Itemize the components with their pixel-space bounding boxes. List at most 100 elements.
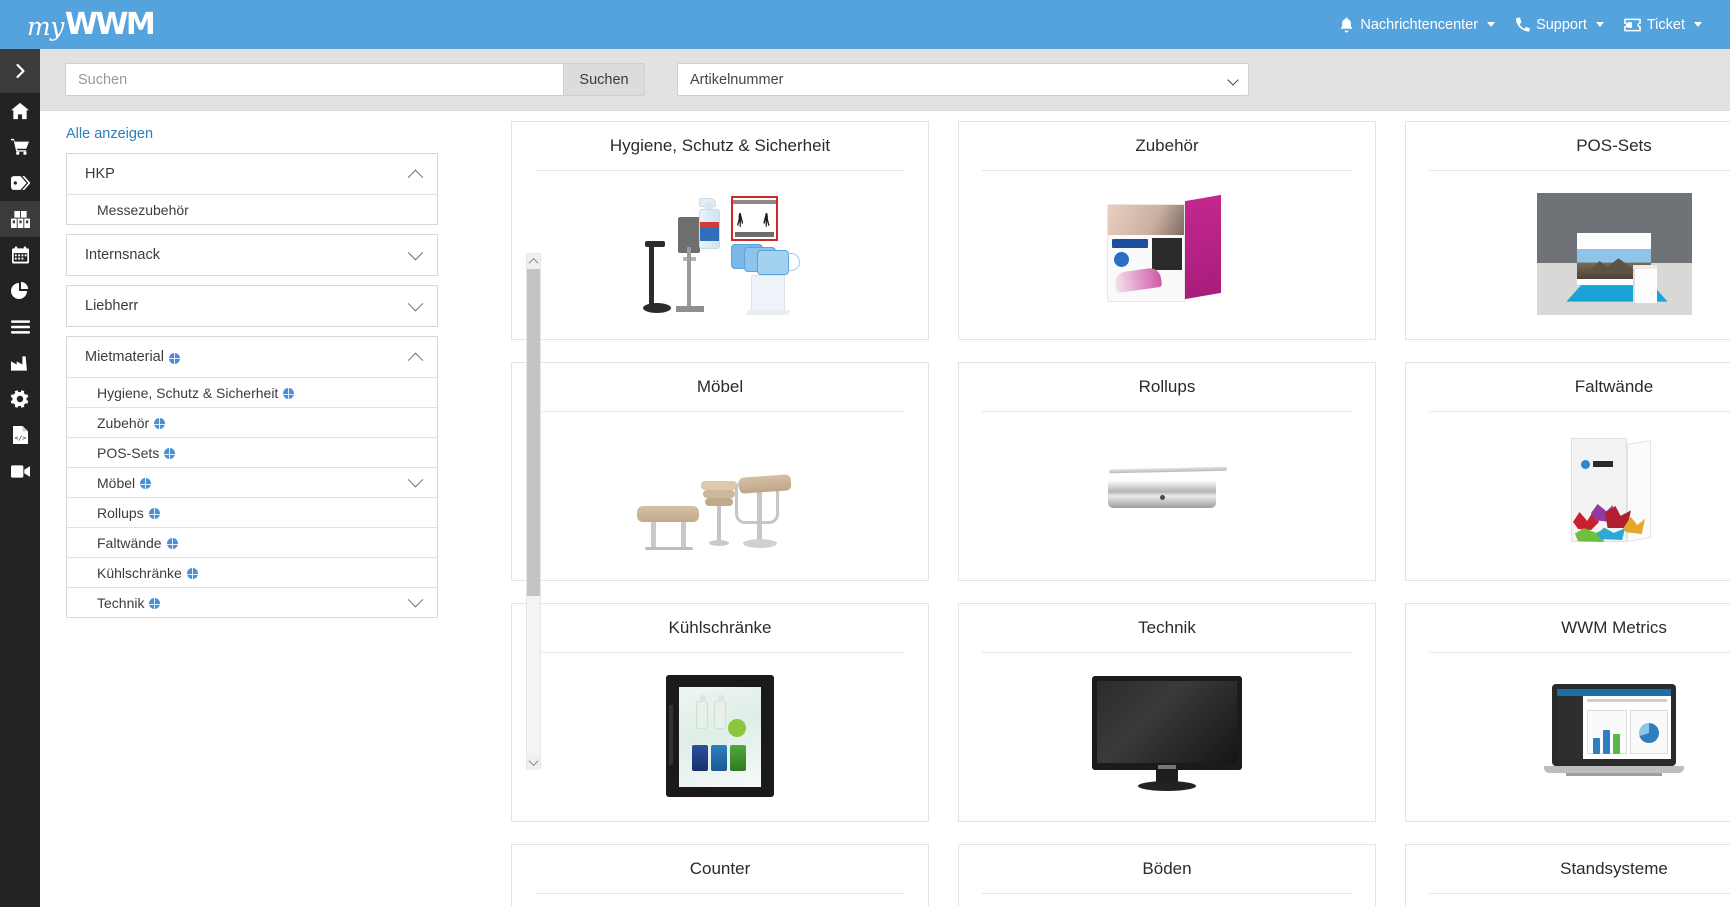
top-header-bar: my WWM Nachrichtencenter Support [0, 0, 1730, 49]
pie-chart-icon [11, 282, 29, 300]
scrollbar-track[interactable] [527, 269, 540, 755]
sidebar-item-video[interactable] [0, 453, 40, 489]
chevron-up-icon[interactable] [408, 169, 424, 185]
category-card-zubehoer[interactable]: Zubehör [958, 121, 1376, 340]
chevron-down-icon [1596, 22, 1604, 27]
category-card-faltwaende[interactable]: Faltwände [1405, 362, 1730, 581]
category-card-rollups[interactable]: Rollups [958, 362, 1376, 581]
sidebar-item-reports[interactable] [0, 273, 40, 309]
sidebar-item-lists[interactable] [0, 309, 40, 345]
tree-node-pos-sets-label: POS-Sets [97, 445, 159, 461]
category-card-boeden[interactable]: Böden [958, 844, 1376, 906]
tree-node-pos-sets[interactable]: POS-Sets [67, 437, 437, 467]
tree-node-liebherr[interactable]: Liebherr [67, 286, 437, 326]
category-card-image [512, 171, 928, 339]
search-toolbar: Suchen Artikelnummer [40, 49, 1730, 111]
chevron-down-icon [1487, 22, 1495, 27]
category-card-pos-sets[interactable]: POS-Sets [1405, 121, 1730, 340]
fridge-image [666, 675, 774, 797]
tree-node-moebel-label: Möbel [97, 475, 135, 491]
tree-node-kuehlschraenke-label: Kühlschränke [97, 565, 182, 581]
category-card-hygiene-schutz-sicherheit[interactable]: Hygiene, Schutz & Sicherheit [511, 121, 929, 340]
chevron-up-icon[interactable] [408, 352, 424, 368]
nav-ticket[interactable]: Ticket [1614, 11, 1712, 39]
sidebar-item-calendar[interactable] [0, 237, 40, 273]
gear-icon [11, 390, 29, 408]
nav-support[interactable]: Support [1505, 11, 1614, 39]
sidebar-item-files[interactable]: </> [0, 417, 40, 453]
sidebar-expand-toggle[interactable] [0, 49, 40, 93]
tree-node-messezubehoer-label: Messezubehör [97, 202, 189, 218]
scrollbar-down-button[interactable] [527, 755, 540, 770]
category-card-title: Standsysteme [1560, 859, 1668, 879]
tree-node-faltwaende[interactable]: Faltwände [67, 527, 437, 557]
tree-scrollbar[interactable] [526, 253, 541, 769]
sidebar-item-tags[interactable] [0, 165, 40, 201]
category-card-technik[interactable]: Technik [958, 603, 1376, 822]
category-card-image [512, 894, 928, 906]
category-tree-panel: Alle anzeigen HKP Messezubehör [40, 111, 493, 906]
category-card-title: Möbel [697, 377, 743, 397]
sidebar-item-home[interactable] [0, 93, 40, 129]
category-card-counter[interactable]: Counter [511, 844, 929, 906]
tree-node-mietmaterial[interactable]: Mietmaterial [67, 337, 437, 377]
tree-node-hkp-label: HKP [85, 166, 115, 182]
category-card-title: Hygiene, Schutz & Sicherheit [610, 136, 830, 156]
sidebar-item-production[interactable] [0, 345, 40, 381]
globe-icon [154, 418, 165, 429]
category-card-grid: Hygiene, Schutz & Sicherheit [511, 121, 1730, 906]
phone-icon [1515, 17, 1530, 33]
nav-nachrichtencenter[interactable]: Nachrichtencenter [1329, 11, 1505, 39]
search-button[interactable]: Suchen [563, 63, 645, 96]
category-card-image [512, 653, 928, 821]
globe-icon [140, 478, 151, 489]
category-card-title: Faltwände [1575, 377, 1653, 397]
left-icon-rail: </> [0, 49, 40, 907]
category-card-standsysteme[interactable]: Standsysteme [1405, 844, 1730, 906]
tree-node-zubehoer[interactable]: Zubehör [67, 407, 437, 437]
chevron-down-icon[interactable] [408, 244, 424, 260]
tree-node-moebel[interactable]: Möbel [67, 467, 437, 497]
nav-nachrichtencenter-label: Nachrichtencenter [1360, 17, 1478, 33]
category-card-moebel[interactable]: Möbel [511, 362, 929, 581]
search-input[interactable] [65, 63, 563, 96]
tree-node-rollups[interactable]: Rollups [67, 497, 437, 527]
tree-node-technik[interactable]: Technik [67, 587, 437, 617]
top-navigation: Nachrichtencenter Support Ticket [1329, 11, 1712, 39]
folding-wall-image [1563, 434, 1665, 556]
chevron-down-icon[interactable] [408, 295, 424, 311]
search-field-select-wrap: Artikelnummer [677, 63, 1249, 96]
category-card-image [1406, 653, 1730, 821]
tree-node-hygiene-schutz-sicherheit[interactable]: Hygiene, Schutz & Sicherheit [67, 377, 437, 407]
search-group: Suchen [65, 63, 645, 96]
tree-node-internsnack[interactable]: Internsnack [67, 235, 437, 275]
tree-node-messezubehoer[interactable]: Messezubehör [67, 194, 437, 224]
tree-node-hkp[interactable]: HKP [67, 154, 437, 194]
search-field-select[interactable]: Artikelnummer [677, 63, 1249, 96]
category-card-title: Kühlschränke [668, 618, 771, 638]
rollup-image [1103, 464, 1231, 526]
chevron-down-icon[interactable] [408, 472, 424, 488]
sidebar-item-products[interactable] [0, 201, 40, 237]
category-card-title: Counter [690, 859, 750, 879]
globe-icon [187, 568, 198, 579]
tree-group-liebherr: Liebherr [66, 285, 438, 327]
show-all-link[interactable]: Alle anzeigen [66, 126, 153, 142]
bell-icon [1339, 17, 1354, 33]
brand-logo[interactable]: my WWM [27, 7, 153, 42]
tree-node-kuehlschraenke[interactable]: Kühlschränke [67, 557, 437, 587]
sidebar-item-cart[interactable] [0, 129, 40, 165]
sidebar-item-settings[interactable] [0, 381, 40, 417]
chevron-down-icon[interactable] [408, 592, 424, 608]
brand-logo-wwm: WWM [65, 7, 153, 42]
globe-icon [149, 508, 160, 519]
category-card-image [959, 653, 1375, 821]
category-card-wwm-metrics[interactable]: WWM Metrics [1405, 603, 1730, 822]
tag-icon [11, 175, 30, 191]
category-card-title: Rollups [1139, 377, 1196, 397]
category-card-title: Zubehör [1135, 136, 1198, 156]
scrollbar-thumb[interactable] [527, 269, 540, 596]
category-card-kuehlschraenke[interactable]: Kühlschränke [511, 603, 929, 822]
globe-icon [167, 538, 178, 549]
scrollbar-up-button[interactable] [527, 254, 540, 269]
